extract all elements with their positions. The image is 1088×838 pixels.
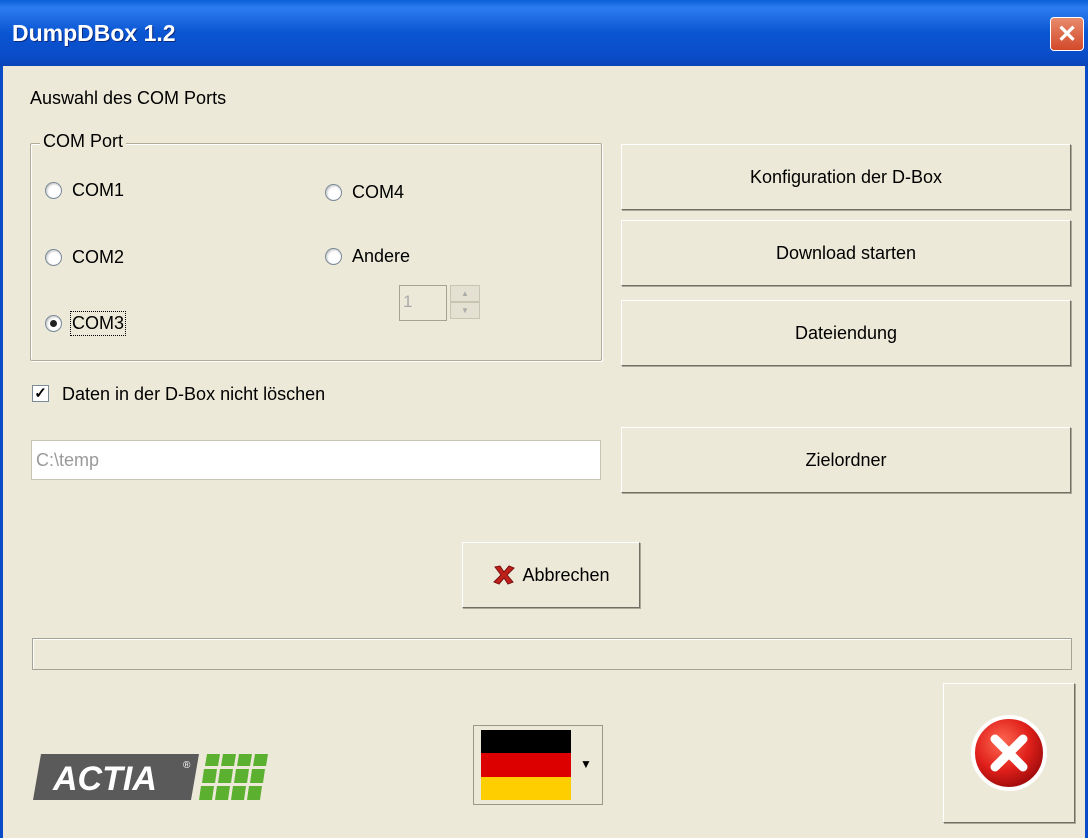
download-button[interactable]: Download starten (621, 220, 1071, 286)
window-title: DumpDBox 1.2 (12, 20, 176, 46)
exit-icon (971, 715, 1047, 791)
window-close-button[interactable]: ✕ (1050, 17, 1084, 51)
title-bar[interactable]: DumpDBox 1.2 ✕ (0, 0, 1088, 66)
radio-other[interactable]: Andere (325, 246, 410, 267)
german-flag-icon (481, 730, 571, 800)
radio-com1-dot[interactable] (45, 182, 62, 199)
exit-button[interactable] (943, 683, 1075, 823)
target-folder-button[interactable]: Zielordner (621, 427, 1071, 493)
radio-com4-dot[interactable] (325, 184, 342, 201)
com-port-legend: COM Port (40, 131, 127, 152)
radio-other-dot[interactable] (325, 248, 342, 265)
radio-com2[interactable]: COM2 (45, 247, 124, 268)
radio-com1-label: COM1 (72, 180, 125, 200)
cancel-button[interactable]: Abbrechen (462, 542, 640, 608)
actia-logo-image: ACTIA ® (33, 754, 268, 800)
close-icon: ✕ (1056, 20, 1078, 48)
radio-com3-label: COM3 (69, 311, 127, 336)
radio-other-label: Andere (352, 246, 411, 266)
radio-com4-label: COM4 (352, 182, 405, 202)
stepper-up-icon[interactable]: ▲ (450, 285, 480, 302)
cancel-button-label: Abbrechen (522, 564, 610, 585)
other-port-input[interactable]: 1 (399, 285, 447, 321)
svg-text:ACTIA: ACTIA (52, 760, 157, 798)
progress-bar (32, 638, 1072, 670)
x-mark-icon (493, 565, 516, 585)
radio-com4[interactable]: COM4 (325, 182, 404, 203)
radio-com3-dot[interactable] (45, 315, 62, 332)
section-label: Auswahl des COM Ports (30, 88, 227, 108)
stepper-down-icon[interactable]: ▼ (450, 302, 480, 319)
radio-com2-dot[interactable] (45, 249, 62, 266)
actia-logo: ACTIA ® (33, 752, 269, 802)
language-select[interactable]: ▼ (473, 725, 603, 805)
target-path-field[interactable]: C:\temp (31, 440, 601, 480)
svg-text:®: ® (183, 760, 191, 771)
chevron-down-icon[interactable]: ▼ (574, 728, 598, 800)
other-port-stepper[interactable]: ▲ ▼ (450, 285, 480, 321)
radio-com2-label: COM2 (72, 247, 125, 267)
radio-com3[interactable]: COM3 (45, 311, 127, 336)
keep-data-checkbox[interactable]: ✓ (32, 385, 49, 402)
configuration-button[interactable]: Konfiguration der D-Box (621, 144, 1071, 210)
main-window: DumpDBox 1.2 ✕ Auswahl des COM Ports COM… (0, 0, 1088, 838)
radio-com1[interactable]: COM1 (45, 180, 124, 201)
window-frame-left (0, 66, 3, 838)
keep-data-label: Daten in der D-Box nicht löschen (62, 384, 326, 404)
file-extension-button[interactable]: Dateiendung (621, 300, 1071, 366)
